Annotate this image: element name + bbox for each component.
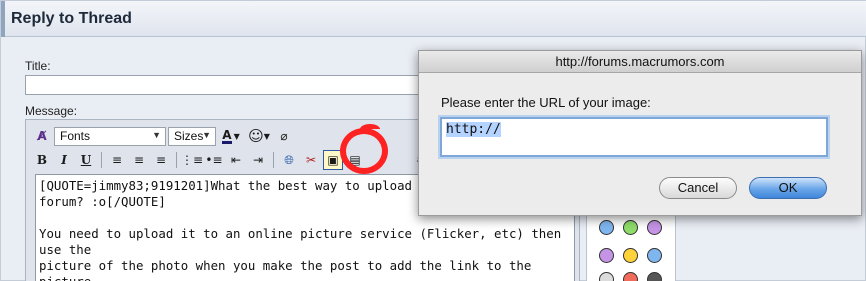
annotation-circle	[340, 128, 388, 174]
font-select-value: Fonts	[60, 129, 91, 143]
insert-link-icon[interactable]: 🌐︎	[279, 150, 299, 170]
smiley-icon[interactable]	[647, 272, 662, 281]
dialog-prompt: Please enter the URL of your image:	[441, 95, 651, 110]
bold-button[interactable]: B	[32, 150, 52, 170]
align-right-icon[interactable]: ≡	[151, 150, 171, 170]
smiley-icon[interactable]	[647, 220, 662, 235]
chevron-down-icon: ▼	[233, 131, 240, 141]
message-label: Message:	[25, 104, 78, 118]
align-left-icon[interactable]: ≡	[107, 150, 127, 170]
unlink-icon[interactable]: ✂	[301, 150, 321, 170]
url-input-value: http://	[446, 122, 501, 137]
toolbar-row-1: A̸ Fonts ▼ Sizes ▼ A ▼ ☺ ▼ ⌀	[32, 125, 294, 147]
text-color-icon: A	[222, 127, 232, 144]
smiley-icon[interactable]	[599, 272, 614, 281]
smilies-panel	[586, 211, 676, 281]
size-select-value: Sizes	[174, 129, 204, 143]
toolbar-divider	[101, 152, 102, 168]
url-input[interactable]: http://	[440, 117, 828, 157]
size-select[interactable]: Sizes ▼	[168, 126, 216, 146]
chevron-down-icon: ▼	[152, 129, 161, 140]
page-title: Reply to Thread	[11, 10, 132, 27]
outdent-icon[interactable]: ⇤	[226, 150, 246, 170]
attachment-icon[interactable]: ⌀	[274, 126, 294, 146]
cancel-button[interactable]: Cancel	[659, 177, 737, 199]
title-input[interactable]	[25, 75, 455, 95]
smiley-icon[interactable]	[623, 248, 638, 263]
smiley-icon[interactable]	[599, 220, 614, 235]
toolbar-divider	[273, 152, 274, 168]
smiley-icon[interactable]	[599, 248, 614, 263]
chevron-down-icon: ▼	[202, 129, 211, 140]
toolbar-row-2: B I U ≡ ≡ ≡ ⋮≡ •≡ ⇤ ⇥ 🌐︎ ✂ ▣ ▤	[32, 149, 365, 171]
smiley-icon[interactable]	[623, 272, 638, 281]
unordered-list-icon[interactable]: •≡	[204, 150, 224, 170]
indent-icon[interactable]: ⇥	[248, 150, 268, 170]
dialog-title: http://forums.macrumors.com	[419, 51, 861, 73]
smiley-icon: ☺	[248, 127, 264, 145]
url-prompt-dialog: http://forums.macrumors.com Please enter…	[418, 50, 862, 216]
toolbar-divider	[176, 152, 177, 168]
panel-header: Reply to Thread	[1, 1, 866, 37]
header-accent-bar	[1, 1, 5, 37]
title-label: Title:	[25, 59, 51, 73]
text-color-button[interactable]: A ▼	[218, 126, 244, 146]
remove-format-icon[interactable]: A̸	[32, 126, 52, 146]
italic-button[interactable]: I	[54, 150, 74, 170]
smiley-icon[interactable]	[623, 220, 638, 235]
chevron-down-icon: ▼	[263, 131, 270, 141]
annotation-scrawl	[360, 124, 380, 134]
ordered-list-icon[interactable]: ⋮≡	[181, 150, 203, 170]
ok-button[interactable]: OK	[749, 177, 827, 199]
underline-button[interactable]: U	[76, 150, 96, 170]
font-select[interactable]: Fonts ▼	[54, 126, 166, 146]
align-center-icon[interactable]: ≡	[129, 150, 149, 170]
smiley-icon[interactable]	[647, 248, 662, 263]
smilies-button[interactable]: ☺ ▼	[246, 126, 272, 146]
